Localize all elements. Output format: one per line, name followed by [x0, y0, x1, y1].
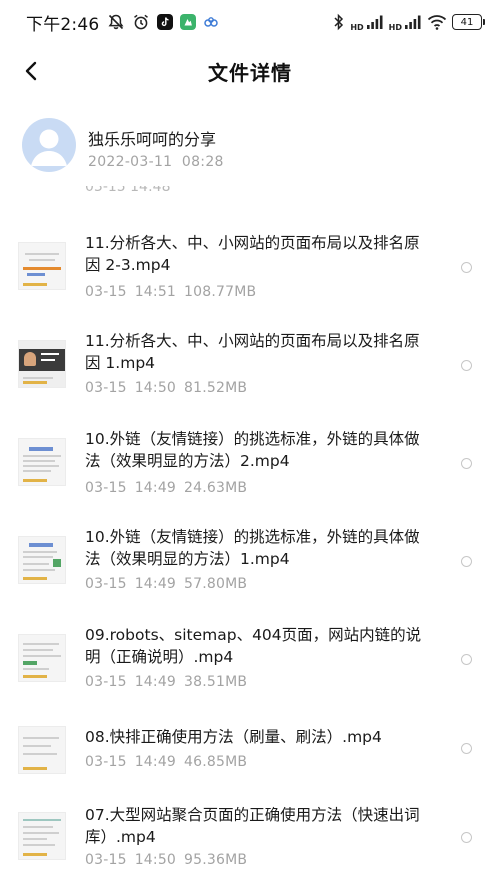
list-item[interactable]: 07.大型网站聚合页面的正确使用方法（快速出词库）.mp4 03-15 14:50…: [0, 798, 500, 888]
battery-icon: 41: [452, 14, 485, 30]
alarm-icon: [134, 14, 149, 30]
video-thumbnail-icon: [18, 536, 66, 584]
file-time: 14:49: [134, 480, 177, 496]
file-meta: 03-15 14:49 38.51MB: [85, 674, 255, 690]
share-date: 2022-03-11 08:28: [88, 154, 224, 170]
file-meta: 03-15 14:49 24.63MB: [85, 480, 255, 496]
hd-label-2: HD: [388, 23, 402, 32]
signal-strength-icon-2: [405, 15, 421, 29]
file-date: 03-15: [85, 380, 127, 396]
file-name: 10.外链（友情链接）的挑选标准，外链的具体做法（效果明显的方法）2.mp4: [85, 430, 420, 470]
file-meta: 03-15 14:49 57.80MB: [85, 576, 255, 592]
file-time: 14:51: [134, 284, 177, 300]
list-item[interactable]: 09.robots、sitemap、404页面，网站内链的说明（正确说明）.mp…: [0, 618, 500, 714]
status-bar: 下午2:46 HD HD 41: [0, 0, 500, 44]
mute-icon: [108, 14, 124, 30]
list-item[interactable]: 10.外链（友情链接）的挑选标准，外链的具体做法（效果明显的方法）2.mp4 0…: [0, 422, 500, 518]
file-date: 03-15: [85, 284, 127, 300]
tiktok-icon: [157, 14, 174, 30]
file-name: 07.大型网站聚合页面的正确使用方法（快速出词库）.mp4: [85, 806, 420, 846]
select-radio[interactable]: [461, 556, 472, 567]
file-meta: 03-15 14:49 46.85MB: [85, 754, 255, 770]
file-time: 14:49: [134, 674, 177, 690]
file-name: 08.快排正确使用方法（刷量、刷法）.mp4: [85, 728, 382, 746]
share-date-day: 2022-03-11: [88, 154, 173, 170]
select-radio[interactable]: [461, 458, 472, 469]
file-name: 11.分析各大、中、小网站的页面布局以及排名原因 2-3.mp4: [85, 234, 420, 274]
video-thumbnail-icon: [18, 812, 66, 860]
file-size: 57.80MB: [184, 576, 248, 592]
file-list[interactable]: 03-15 14:48 11.分析各大、中、小网站的页面布局以及排名原因 2-3…: [0, 186, 500, 888]
file-size: 46.85MB: [184, 754, 248, 770]
file-meta: 03-15 14:50 81.52MB: [85, 380, 255, 396]
cut-off-item-meta: 03-15 14:48: [85, 186, 171, 195]
page-title: 文件详情: [208, 60, 292, 85]
file-date: 03-15: [85, 576, 127, 592]
bluetooth-icon: [334, 13, 344, 31]
file-date: 03-15: [85, 852, 127, 868]
file-time: 14:50: [134, 852, 177, 868]
app-notification-icon: [180, 14, 197, 30]
file-date: 03-15: [85, 480, 127, 496]
file-name: 11.分析各大、中、小网站的页面布局以及排名原因 1.mp4: [85, 332, 420, 372]
file-name: 09.robots、sitemap、404页面，网站内链的说明（正确说明）.mp…: [85, 626, 422, 666]
select-radio[interactable]: [461, 360, 472, 371]
wifi-icon: [427, 15, 447, 30]
sharer-name: 独乐乐呵呵的分享: [88, 130, 217, 149]
list-item[interactable]: 11.分析各大、中、小网站的页面布局以及排名原因 2-3.mp4 03-15 14…: [0, 226, 500, 322]
system-status-icons: HD HD 41: [333, 12, 485, 32]
file-size: 24.63MB: [184, 480, 248, 496]
select-radio[interactable]: [461, 262, 472, 273]
file-time: 14:49: [134, 754, 177, 770]
battery-level: 41: [460, 16, 474, 28]
file-meta: 03-15 14:51 108.77MB: [85, 284, 264, 300]
video-thumbnail-icon: [18, 726, 66, 774]
select-radio[interactable]: [461, 743, 472, 754]
default-avatar-icon: [31, 129, 67, 166]
file-size: 81.52MB: [184, 380, 248, 396]
notification-icons: [107, 13, 219, 31]
list-item[interactable]: 11.分析各大、中、小网站的页面布局以及排名原因 1.mp4 03-15 14:5…: [0, 324, 500, 420]
video-thumbnail-icon: [18, 340, 66, 388]
file-size: 38.51MB: [184, 674, 248, 690]
file-size: 95.36MB: [184, 852, 248, 868]
sharer-info: 独乐乐呵呵的分享 2022-03-11 08:28: [22, 118, 482, 178]
file-date: 03-15: [85, 674, 127, 690]
file-time: 14:49: [134, 576, 177, 592]
hd-label-1: HD: [350, 23, 364, 32]
chevron-left-icon: [25, 61, 37, 81]
select-radio[interactable]: [461, 654, 472, 665]
list-item[interactable]: 08.快排正确使用方法（刷量、刷法）.mp4 03-15 14:49 46.85MB: [0, 716, 500, 786]
avatar[interactable]: [22, 118, 76, 172]
file-size: 108.77MB: [184, 284, 257, 300]
video-thumbnail-icon: [18, 438, 66, 486]
video-thumbnail-icon: [18, 242, 66, 290]
signal-strength-icon: [366, 15, 383, 29]
file-name: 10.外链（友情链接）的挑选标准，外链的具体做法（效果明显的方法）1.mp4: [85, 528, 420, 568]
cloud-sync-icon: [204, 17, 219, 27]
file-meta: 03-15 14:50 95.36MB: [85, 852, 255, 868]
file-time: 14:50: [134, 380, 177, 396]
list-item[interactable]: 10.外链（友情链接）的挑选标准，外链的具体做法（效果明显的方法）1.mp4 0…: [0, 520, 500, 616]
back-button[interactable]: [14, 54, 48, 88]
page-header: 文件详情: [0, 44, 500, 98]
status-time: 下午2:46: [26, 14, 100, 35]
share-date-time: 08:28: [181, 154, 224, 170]
file-date: 03-15: [85, 754, 127, 770]
select-radio[interactable]: [461, 832, 472, 843]
video-thumbnail-icon: [18, 634, 66, 682]
